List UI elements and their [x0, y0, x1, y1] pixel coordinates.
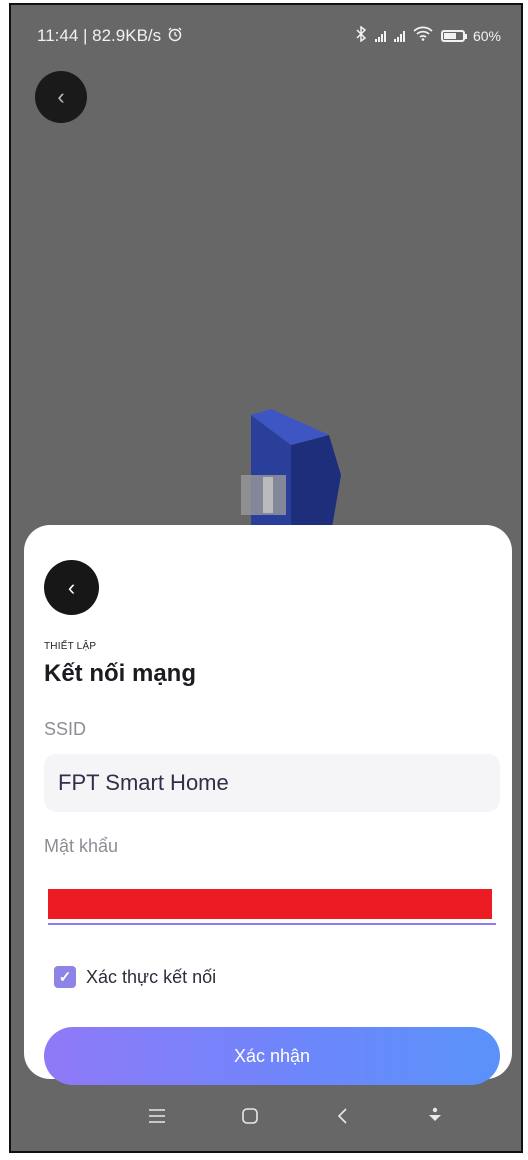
phone-screen: 11:44 | 82.9KB/s 60% ‹ ‹ THIẾT LẬP Kết n…	[9, 3, 523, 1153]
signal-icon-2	[393, 30, 405, 42]
password-label: Mật khẩu	[44, 836, 119, 856]
sheet-back-button[interactable]: ‹	[44, 560, 99, 615]
password-underline	[48, 923, 496, 925]
ssid-field[interactable]: FPT Smart Home	[44, 754, 500, 812]
verify-connection-checkbox[interactable]: ✓	[54, 966, 76, 988]
verify-connection-label: Xác thực kết nối	[86, 966, 217, 987]
signal-icon	[374, 30, 386, 42]
assistant-icon[interactable]	[415, 1096, 455, 1136]
system-nav-bar	[11, 1081, 521, 1151]
page-title: Kết nối mạng	[44, 660, 197, 687]
checkmark-icon: ✓	[58, 969, 72, 986]
battery-percent: 60%	[472, 28, 501, 44]
bluetooth-icon	[355, 25, 367, 47]
password-field[interactable]	[44, 885, 496, 925]
ssid-label: SSID	[44, 719, 87, 739]
back-icon[interactable]	[322, 1096, 362, 1136]
background-back-button[interactable]: ‹	[35, 71, 87, 123]
status-left: 11:44 | 82.9KB/s	[37, 26, 183, 47]
battery-icon	[440, 30, 467, 42]
status-time-speed: 11:44 | 82.9KB/s	[37, 26, 162, 45]
status-bar: 11:44 | 82.9KB/s 60%	[11, 5, 521, 67]
password-redaction	[48, 889, 492, 919]
wifi-icon	[413, 26, 433, 46]
confirm-button-label: Xác nhận	[233, 1045, 311, 1066]
alarm-icon	[167, 26, 183, 47]
confirm-button[interactable]: Xác nhận	[44, 1027, 500, 1085]
status-right: 60%	[355, 25, 501, 47]
network-setup-sheet: ‹ THIẾT LẬP Kết nối mạng SSID FPT Smart …	[24, 525, 512, 1085]
menu-icon[interactable]	[137, 1096, 177, 1136]
chevron-left-icon: ‹	[67, 574, 76, 600]
section-eyebrow: THIẾT LẬP	[44, 641, 97, 652]
home-icon[interactable]	[230, 1096, 270, 1136]
verify-connection-row[interactable]: ✓ Xác thực kết nối	[54, 966, 216, 988]
chevron-left-icon: ‹	[57, 84, 65, 109]
